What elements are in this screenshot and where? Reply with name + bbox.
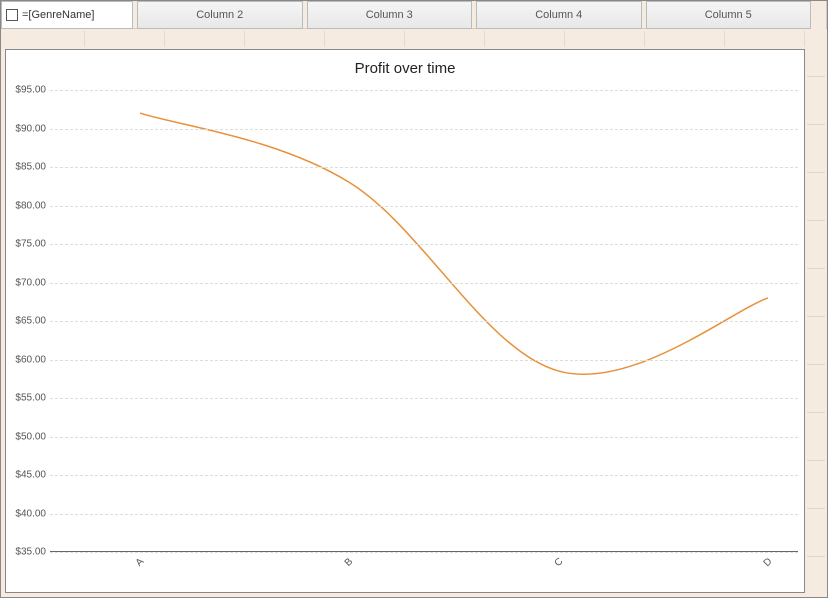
line-series-svg [50,86,798,570]
report-designer-canvas: =[GenreName] Column 2 Column 3 Column 4 … [0,0,828,598]
gridline [50,167,798,168]
gridline [50,475,798,476]
gridline [50,321,798,322]
column-header-5[interactable]: Column 5 [646,1,812,29]
gridline [50,360,798,361]
gridline [50,398,798,399]
gridline [50,129,798,130]
y-tick-label: $80.00 [10,200,46,211]
right-row-strip [807,29,825,595]
gridline [50,437,798,438]
y-tick-label: $40.00 [10,508,46,519]
plot-area: $35.00$40.00$45.00$50.00$55.00$60.00$65.… [50,86,798,570]
header-end-spacer [811,1,827,29]
y-tick-label: $95.00 [10,85,46,96]
y-tick-label: $70.00 [10,277,46,288]
genre-header-cell[interactable]: =[GenreName] [1,1,133,29]
gridline [50,90,798,91]
checkbox-icon[interactable] [6,9,18,21]
chart-title: Profit over time [6,50,804,77]
column-header-row: =[GenreName] Column 2 Column 3 Column 4 … [1,1,827,29]
column-header-4[interactable]: Column 4 [476,1,642,29]
gridline [50,552,798,553]
y-tick-label: $45.00 [10,470,46,481]
gridline [50,283,798,284]
column-header-3[interactable]: Column 3 [307,1,473,29]
y-tick-label: $85.00 [10,162,46,173]
y-tick-label: $75.00 [10,239,46,250]
y-tick-label: $55.00 [10,393,46,404]
genre-header-label: =[GenreName] [22,9,94,21]
gridline [50,514,798,515]
column-header-2[interactable]: Column 2 [137,1,303,29]
y-tick-label: $35.00 [10,547,46,558]
chart-control[interactable]: Profit over time $35.00$40.00$45.00$50.0… [5,49,805,593]
sub-header-strip [5,31,805,47]
gridline [50,206,798,207]
y-tick-label: $60.00 [10,354,46,365]
y-tick-label: $50.00 [10,431,46,442]
y-tick-label: $65.00 [10,316,46,327]
gridline [50,244,798,245]
y-tick-label: $90.00 [10,123,46,134]
